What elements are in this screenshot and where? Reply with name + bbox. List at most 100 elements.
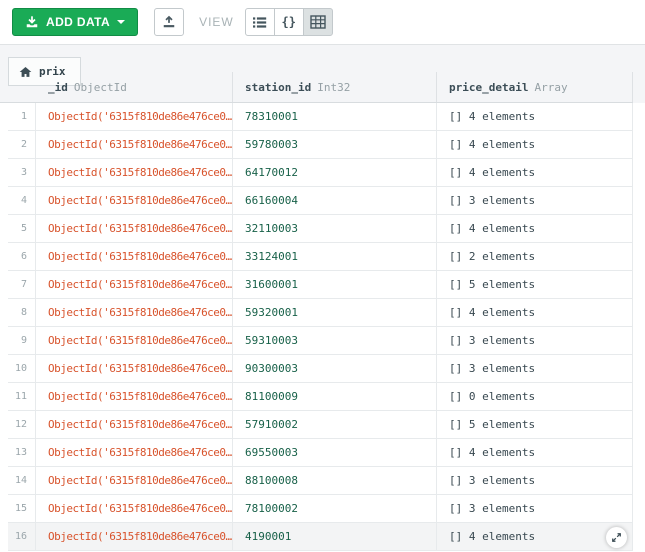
- table-row: 13 ObjectId('6315f810de86e476ce0… 695500…: [8, 439, 633, 467]
- cell-station-id[interactable]: 78100002: [233, 495, 437, 523]
- row-number: 12: [8, 411, 36, 439]
- list-view-button[interactable]: [244, 8, 275, 36]
- cell-price-detail[interactable]: [] 5 elements: [437, 271, 633, 299]
- row-number: 7: [8, 271, 36, 299]
- cell-station-id[interactable]: 59310003: [233, 327, 437, 355]
- cell-station-id[interactable]: 81100009: [233, 383, 437, 411]
- table-header: _id ObjectId station_id Int32 price_deta…: [0, 72, 633, 103]
- column-type: Int32: [317, 80, 351, 94]
- cell-price-detail[interactable]: [] 2 elements: [437, 243, 633, 271]
- cell-id[interactable]: ObjectId('6315f810de86e476ce0…: [36, 215, 233, 243]
- cell-station-id[interactable]: 78310001: [233, 103, 437, 131]
- cell-id[interactable]: ObjectId('6315f810de86e476ce0…: [36, 187, 233, 215]
- row-number: 1: [8, 103, 36, 131]
- expand-diagonal-icon: [611, 532, 622, 543]
- table-row: 2 ObjectId('6315f810de86e476ce0… 5978000…: [8, 131, 633, 159]
- table-row: 8 ObjectId('6315f810de86e476ce0… 5932000…: [8, 299, 633, 327]
- cell-price-detail[interactable]: [] 3 elements: [437, 187, 633, 215]
- cell-price-detail[interactable]: [] 3 elements: [437, 467, 633, 495]
- cell-price-detail[interactable]: [] 4 elements: [437, 299, 633, 327]
- cell-price-detail[interactable]: [] 4 elements: [437, 523, 633, 551]
- cell-id[interactable]: ObjectId('6315f810de86e476ce0…: [36, 495, 233, 523]
- table-row: 6 ObjectId('6315f810de86e476ce0… 3312400…: [8, 243, 633, 271]
- cell-id[interactable]: ObjectId('6315f810de86e476ce0…: [36, 159, 233, 187]
- row-number: 8: [8, 299, 36, 327]
- cell-station-id[interactable]: 88100008: [233, 467, 437, 495]
- table-row: 14 ObjectId('6315f810de86e476ce0… 881000…: [8, 467, 633, 495]
- cell-price-detail[interactable]: [] 4 elements: [437, 439, 633, 467]
- braces-icon: {}: [281, 15, 296, 29]
- table-row: 7 ObjectId('6315f810de86e476ce0… 3160000…: [8, 271, 633, 299]
- cell-station-id[interactable]: 64170012: [233, 159, 437, 187]
- table-row: 4 ObjectId('6315f810de86e476ce0… 6616000…: [8, 187, 633, 215]
- table-row: 12 ObjectId('6315f810de86e476ce0… 579100…: [8, 411, 633, 439]
- json-view-button[interactable]: {}: [273, 8, 304, 36]
- cell-station-id[interactable]: 33124001: [233, 243, 437, 271]
- cell-id[interactable]: ObjectId('6315f810de86e476ce0…: [36, 327, 233, 355]
- table-row: 11 ObjectId('6315f810de86e476ce0… 811000…: [8, 383, 633, 411]
- cell-id[interactable]: ObjectId('6315f810de86e476ce0…: [36, 523, 233, 551]
- row-number: 14: [8, 467, 36, 495]
- cell-price-detail[interactable]: [] 5 elements: [437, 411, 633, 439]
- cell-station-id[interactable]: 57910002: [233, 411, 437, 439]
- table-view-button[interactable]: [302, 8, 333, 36]
- row-number: 6: [8, 243, 36, 271]
- cell-station-id[interactable]: 90300003: [233, 355, 437, 383]
- table-row: 15 ObjectId('6315f810de86e476ce0… 781000…: [8, 495, 633, 523]
- download-icon: [25, 15, 39, 29]
- column-header-station-id[interactable]: station_id Int32: [233, 72, 437, 102]
- cell-id[interactable]: ObjectId('6315f810de86e476ce0…: [36, 271, 233, 299]
- cell-station-id[interactable]: 59320001: [233, 299, 437, 327]
- cell-price-detail[interactable]: [] 0 elements: [437, 383, 633, 411]
- cell-station-id[interactable]: 31600001: [233, 271, 437, 299]
- row-number: 2: [8, 131, 36, 159]
- table-row: 1 ObjectId('6315f810de86e476ce0… 7831000…: [8, 103, 633, 131]
- cell-station-id[interactable]: 59780003: [233, 131, 437, 159]
- cell-station-id[interactable]: 32110003: [233, 215, 437, 243]
- add-data-label: ADD DATA: [46, 15, 111, 29]
- cell-station-id[interactable]: 4190001: [233, 523, 437, 551]
- cell-id[interactable]: ObjectId('6315f810de86e476ce0…: [36, 131, 233, 159]
- cell-station-id[interactable]: 66160004: [233, 187, 437, 215]
- column-name: _id: [48, 80, 68, 94]
- expand-button[interactable]: [606, 527, 627, 548]
- row-number: 3: [8, 159, 36, 187]
- cell-id[interactable]: ObjectId('6315f810de86e476ce0…: [36, 243, 233, 271]
- cell-price-detail[interactable]: [] 4 elements: [437, 103, 633, 131]
- cell-price-detail[interactable]: [] 4 elements: [437, 159, 633, 187]
- cell-id[interactable]: ObjectId('6315f810de86e476ce0…: [36, 411, 233, 439]
- row-number: 10: [8, 355, 36, 383]
- table-row: 10 ObjectId('6315f810de86e476ce0… 903000…: [8, 355, 633, 383]
- row-number: 13: [8, 439, 36, 467]
- cell-price-detail[interactable]: [] 3 elements: [437, 495, 633, 523]
- cell-id[interactable]: ObjectId('6315f810de86e476ce0…: [36, 299, 233, 327]
- column-type: Array: [534, 80, 568, 94]
- toolbar: ADD DATA VIEW {}: [0, 0, 645, 44]
- table-row: 9 ObjectId('6315f810de86e476ce0… 5931000…: [8, 327, 633, 355]
- cell-station-id[interactable]: 69550003: [233, 439, 437, 467]
- cell-price-detail[interactable]: [] 4 elements: [437, 131, 633, 159]
- cell-id[interactable]: ObjectId('6315f810de86e476ce0…: [36, 439, 233, 467]
- cell-price-detail[interactable]: [] 4 elements: [437, 215, 633, 243]
- row-number: 4: [8, 187, 36, 215]
- table-row: 16 ObjectId('6315f810de86e476ce0… 419000…: [8, 523, 633, 551]
- caret-down-icon: [117, 20, 126, 24]
- upload-icon: [162, 15, 176, 29]
- table-grid-icon: [310, 15, 326, 29]
- column-header-id[interactable]: _id ObjectId: [0, 72, 233, 102]
- cell-id[interactable]: ObjectId('6315f810de86e476ce0…: [36, 467, 233, 495]
- cell-price-detail[interactable]: [] 3 elements: [437, 327, 633, 355]
- view-switcher: {}: [244, 8, 333, 36]
- cell-id[interactable]: ObjectId('6315f810de86e476ce0…: [36, 383, 233, 411]
- row-number: 16: [8, 523, 36, 551]
- add-data-button[interactable]: ADD DATA: [12, 8, 139, 36]
- row-number: 9: [8, 327, 36, 355]
- cell-price-detail[interactable]: [] 3 elements: [437, 355, 633, 383]
- export-button[interactable]: [154, 8, 185, 36]
- cell-id[interactable]: ObjectId('6315f810de86e476ce0…: [36, 355, 233, 383]
- table-row: 5 ObjectId('6315f810de86e476ce0… 3211000…: [8, 215, 633, 243]
- column-header-price-detail[interactable]: price_detail Array: [437, 72, 633, 102]
- row-number: 5: [8, 215, 36, 243]
- cell-id[interactable]: ObjectId('6315f810de86e476ce0…: [36, 103, 233, 131]
- table-row: 3 ObjectId('6315f810de86e476ce0… 6417001…: [8, 159, 633, 187]
